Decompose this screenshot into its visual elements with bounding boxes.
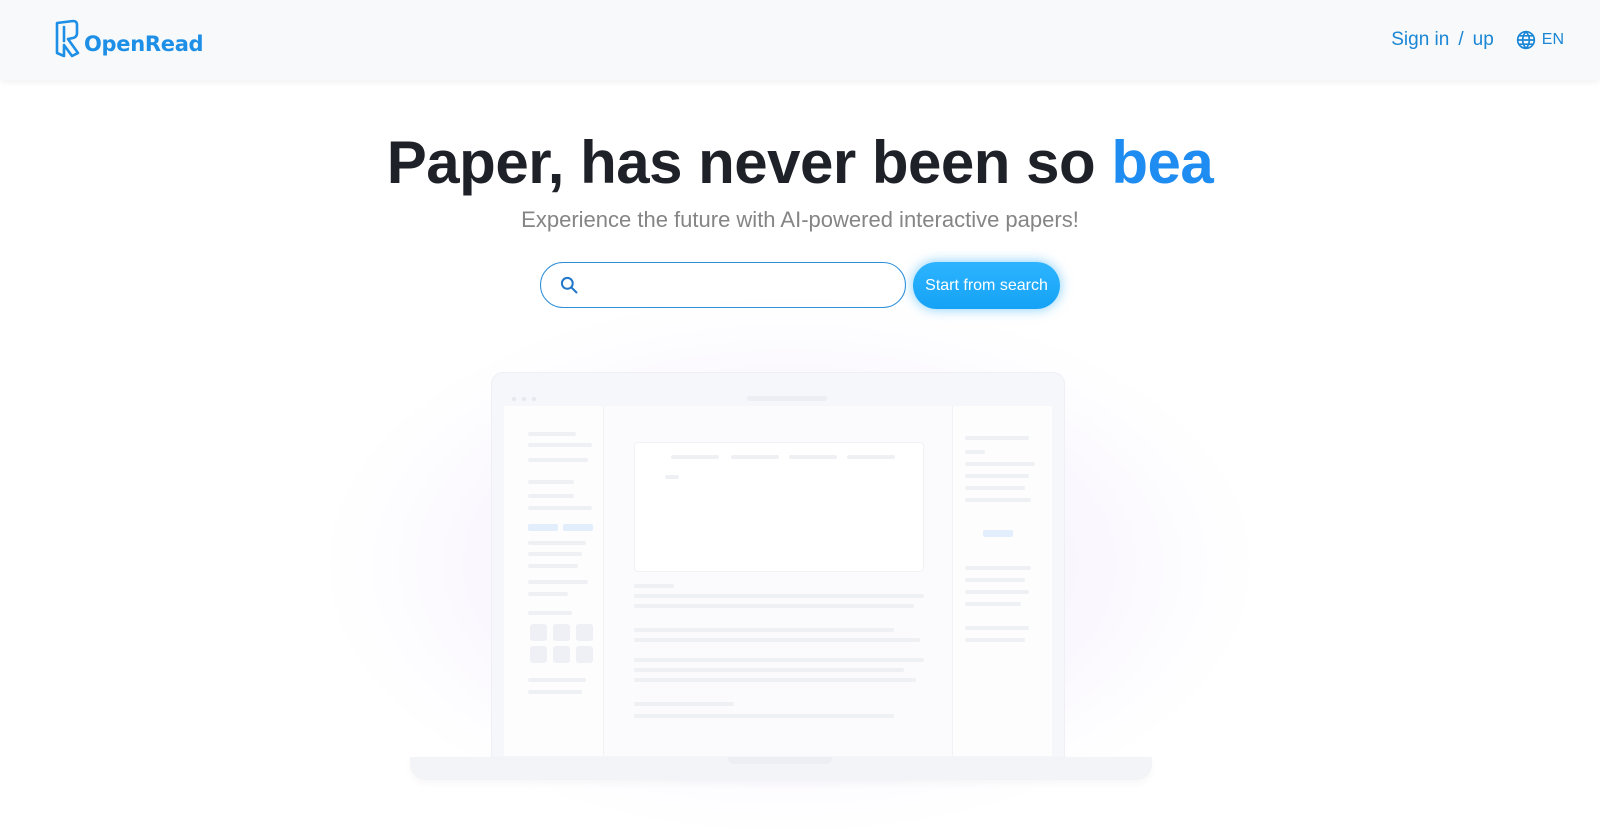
language-label: EN <box>1541 31 1564 48</box>
preview-window-dot <box>522 397 526 401</box>
sign-up-link[interactable]: up <box>1473 29 1494 51</box>
sign-in-link[interactable]: Sign in <box>1391 29 1449 51</box>
preview-right-panel <box>952 406 1052 756</box>
preview-left-panel <box>504 406 604 756</box>
hero-title: Paper, has never been so bea <box>0 128 1600 197</box>
preview-browser-bar <box>492 373 1064 405</box>
preview-window-dot <box>512 397 516 401</box>
globe-icon <box>1516 30 1535 50</box>
language-selector[interactable]: EN <box>1516 30 1564 50</box>
hero-title-accent: bea <box>1111 129 1214 196</box>
search-input[interactable] <box>589 276 889 294</box>
laptop-preview-notch <box>728 757 832 764</box>
preview-url-bar <box>747 396 827 401</box>
top-navigation-bar: OpenRead Sign in / up EN <box>0 0 1600 80</box>
logo-text: OpenRead <box>84 32 204 56</box>
auth-links: Sign in / up <box>1391 29 1494 51</box>
hero-subtitle: Experience the future with AI-powered in… <box>521 207 1079 232</box>
auth-separator: / <box>1458 29 1464 50</box>
preview-window-dot <box>532 397 536 401</box>
preview-paper-card <box>634 442 924 572</box>
header-actions: Sign in / up EN <box>1391 29 1564 51</box>
openread-logo-icon <box>55 19 80 58</box>
laptop-preview-screen <box>491 372 1065 758</box>
hero-title-main: Paper, has never been so <box>386 129 1112 196</box>
search-icon <box>560 276 578 294</box>
preview-app-body <box>504 406 1052 756</box>
openread-logo[interactable]: OpenRead <box>54 19 204 59</box>
